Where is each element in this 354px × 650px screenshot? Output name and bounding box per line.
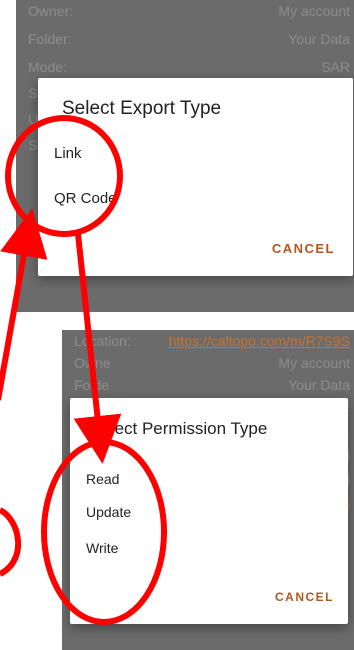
folder-value: Your Data [288,31,350,47]
info-label: S [28,85,38,101]
folder-label: Folde [74,377,110,393]
option-link[interactable]: Link [54,145,82,162]
location-label: Location: [74,333,131,349]
cancel-button[interactable]: CANCEL [272,241,335,256]
owner-value: My account [278,355,350,371]
option-qr-code[interactable]: QR Code [54,190,117,207]
location-link[interactable]: https://caltopo.com/m/R7S9S [169,333,350,349]
mode-value: SAR [321,59,350,75]
permission-type-dialog: Select Permission Type Read Update Write… [70,398,348,624]
partial-ellipse-left-edge [0,507,21,577]
mode-label: Mode: [28,59,67,75]
owner-row: Owner: My account [16,0,354,22]
folder-row: Folder: Your Data [16,28,354,50]
permission-screen: Location: https://caltopo.com/m/R7S9S Ow… [62,330,354,650]
folder-value: Your Data [288,377,350,393]
option-write[interactable]: Write [86,540,118,556]
owner-label: Owner: [28,3,74,19]
export-screen: Owner: My account Folder: Your Data Mode… [16,0,354,312]
dialog-title: Select Permission Type [90,419,268,438]
owner-row: Owne My account [62,352,354,374]
location-row: Location: https://caltopo.com/m/R7S9S [62,330,354,352]
owner-value: My account [278,3,350,19]
folder-label: Folder: [28,31,72,47]
info-label: S [28,137,38,153]
option-read[interactable]: Read [86,471,119,487]
info-label: U [28,111,39,127]
option-update[interactable]: Update [86,504,131,520]
mode-row: Mode: SAR [16,56,354,78]
folder-row: Folde Your Data [62,374,354,396]
dialog-title: Select Export Type [62,98,222,119]
cancel-button[interactable]: CANCEL [275,590,334,604]
owner-label: Owne [74,355,111,371]
export-type-dialog: Select Export Type Link QR Code CANCEL [38,78,353,276]
